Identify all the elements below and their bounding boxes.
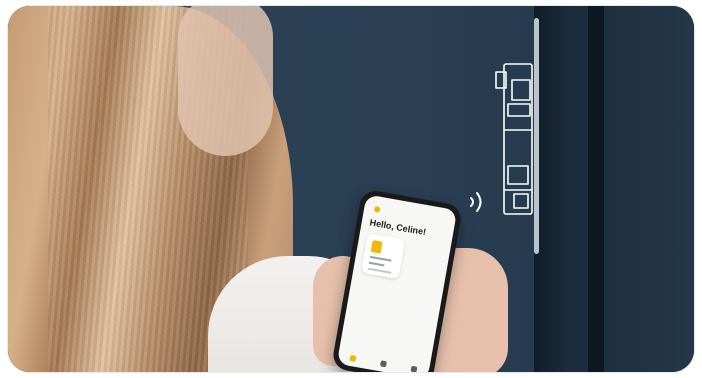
card-line <box>369 255 392 262</box>
app-logo-icon <box>373 205 381 213</box>
card-line <box>368 261 385 267</box>
door-seam <box>588 6 604 372</box>
profile-icon[interactable] <box>379 360 387 368</box>
face-cheek <box>178 6 273 156</box>
lock-card[interactable] <box>360 233 406 280</box>
nfc-waves-icon <box>470 192 482 212</box>
photo-frame: Hello, Celine! <box>8 6 694 372</box>
door-frame <box>534 6 694 372</box>
app-bottom-nav <box>337 348 430 372</box>
home-icon[interactable] <box>349 355 357 362</box>
lock-icon <box>370 240 383 254</box>
smart-lock-outline-icon <box>495 63 533 215</box>
settings-icon[interactable] <box>410 365 418 372</box>
card-line <box>367 267 392 274</box>
